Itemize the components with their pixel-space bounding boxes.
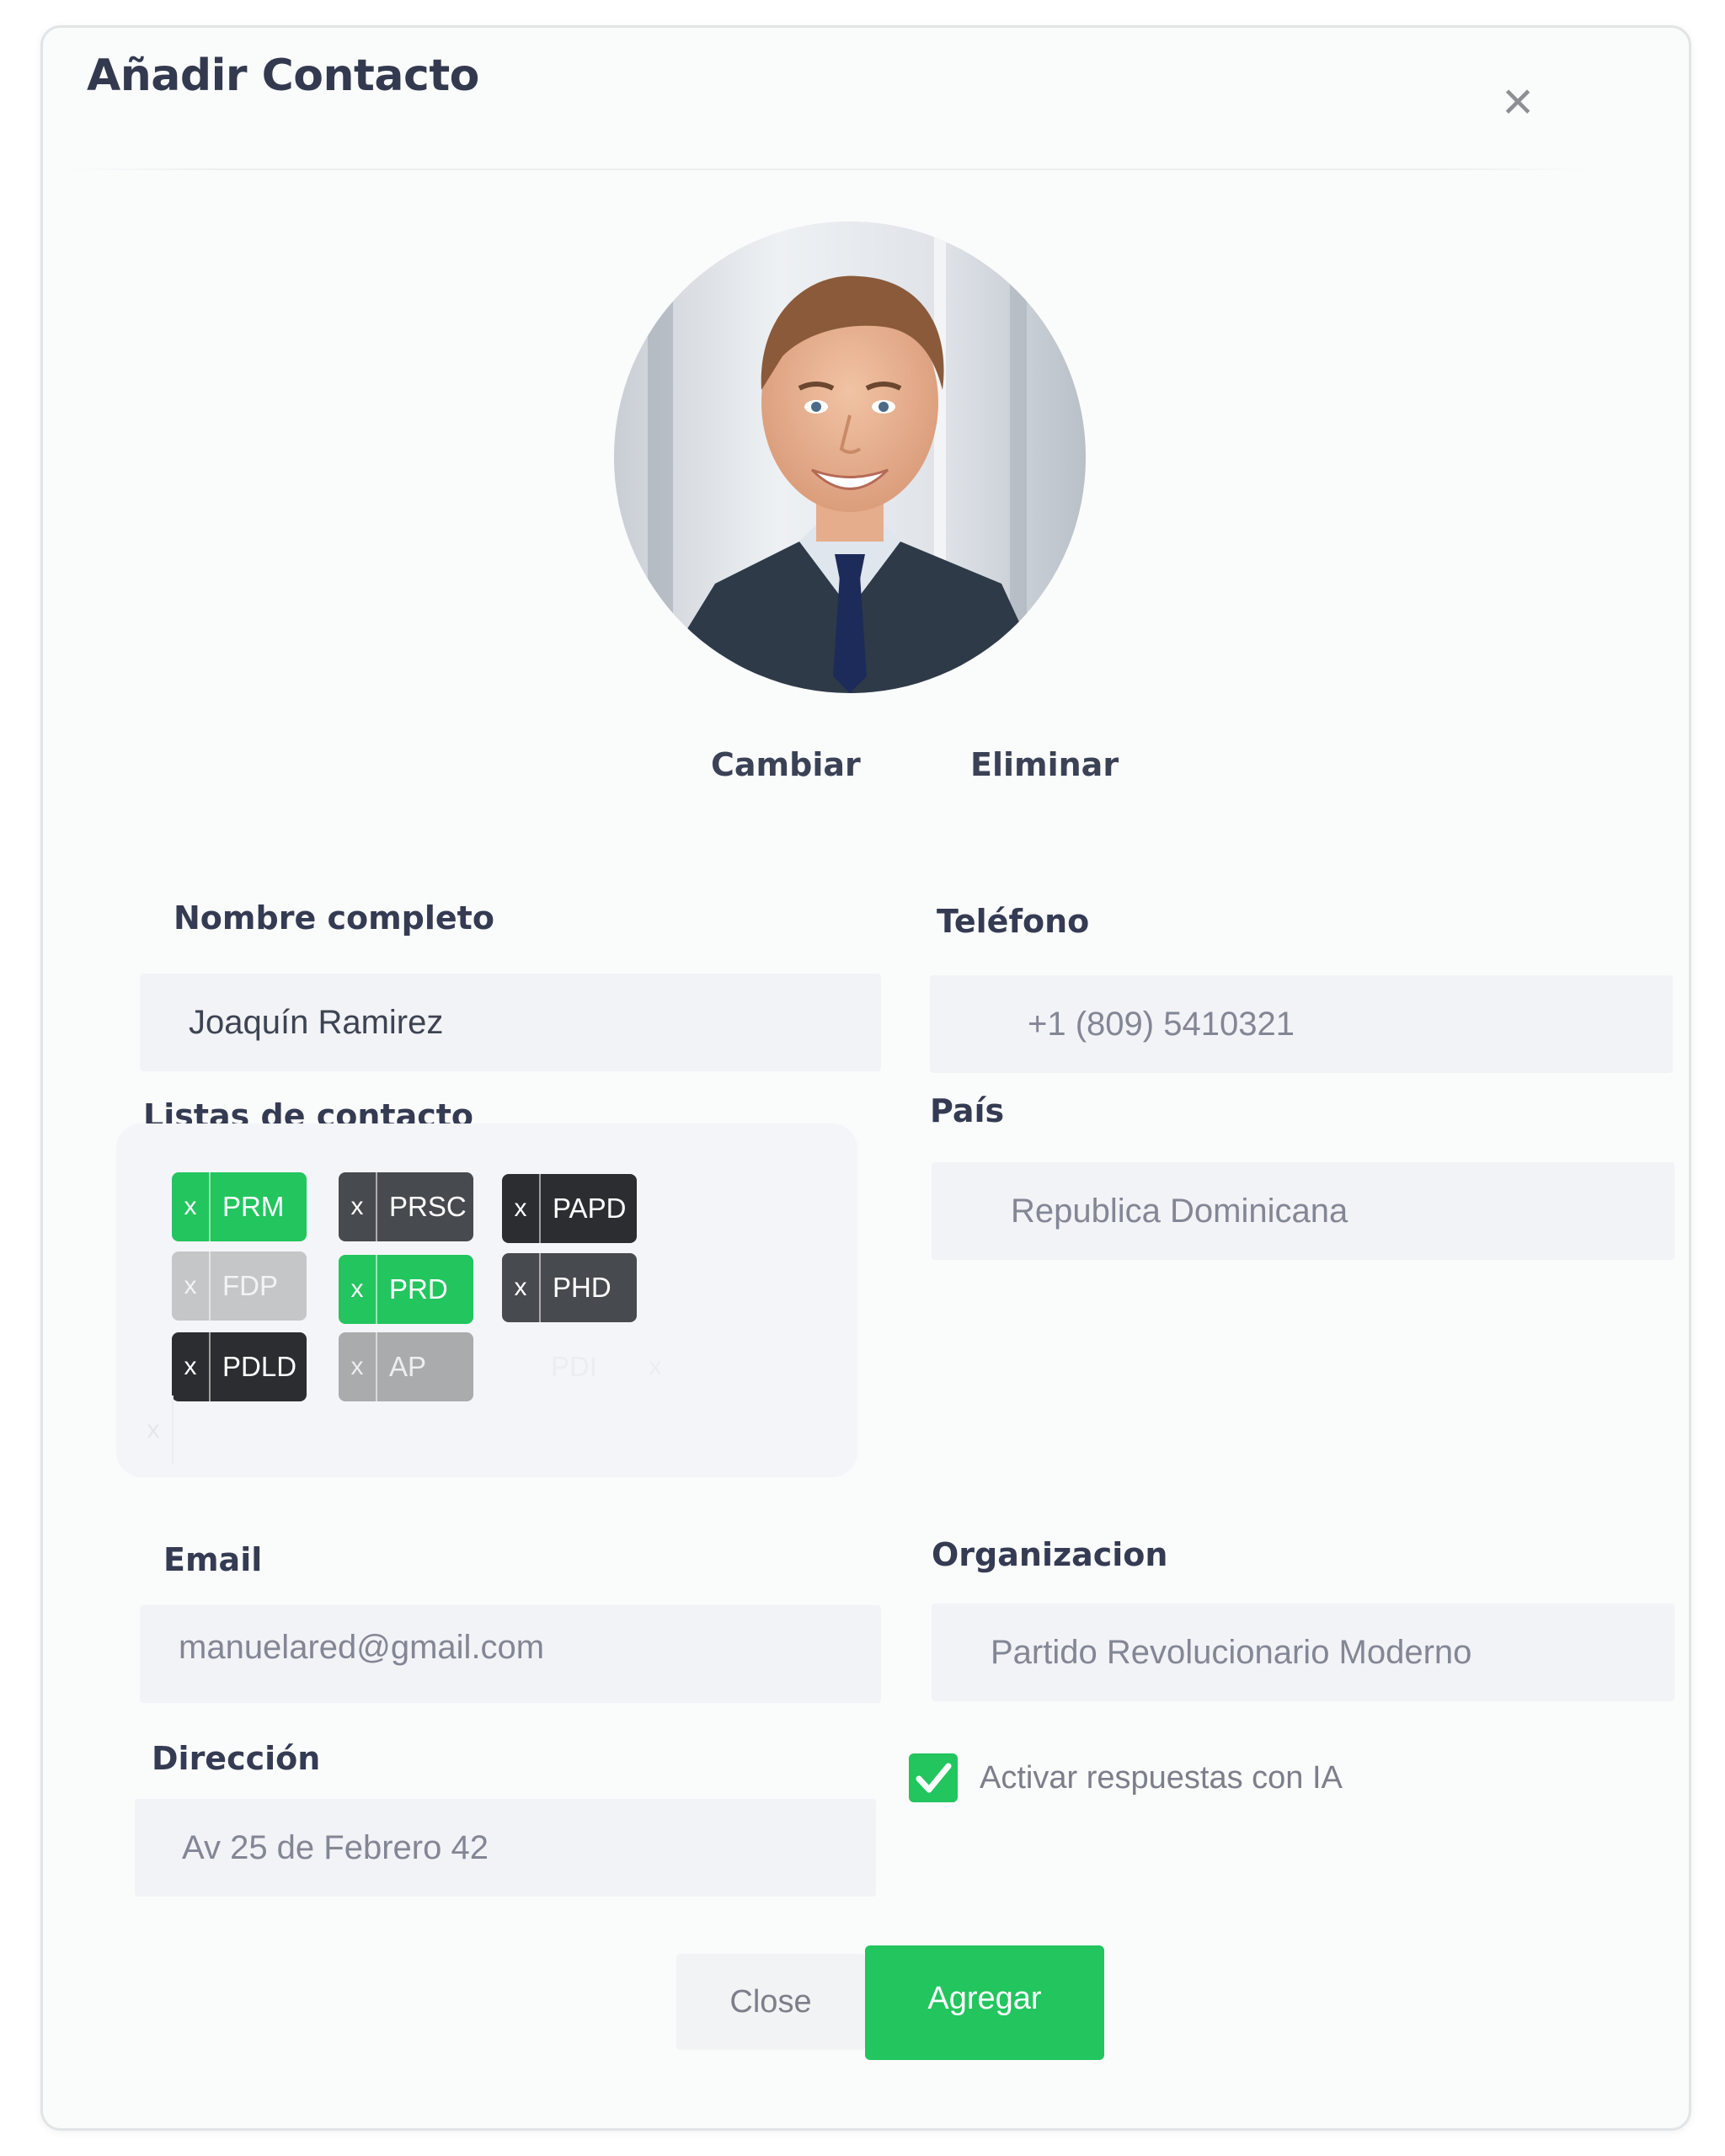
tag-label: PRSC [389,1191,467,1222]
avatar-image [614,221,1086,693]
modal-title: Añadir Contacto [87,51,479,101]
x-icon[interactable]: x [339,1255,377,1324]
check-icon [916,1763,952,1793]
email-label: Email [163,1541,263,1578]
ai-responses-label: Activar respuestas con IA [980,1760,1343,1796]
phone-label: Teléfono [937,903,1090,940]
x-icon[interactable]: x [339,1172,377,1241]
tag-label: PRM [222,1191,285,1222]
x-icon[interactable]: x [502,1174,541,1243]
name-input[interactable]: Joaquín Ramirez [140,974,881,1071]
tag-papd: x PAPD [502,1174,637,1243]
tag-pdi: PDI x [539,1332,674,1401]
tag-label: PAPD [553,1193,627,1224]
address-input[interactable]: Av 25 de Febrero 42 [135,1799,876,1897]
tag-prsc: x PRSC [339,1172,473,1241]
x-icon[interactable]: x [637,1332,674,1401]
tag-pdld: x PDLD [172,1332,307,1401]
phone-input[interactable]: +1 (809) 5410321 [930,975,1673,1073]
x-icon[interactable]: x [502,1253,541,1322]
tag-label: AP [389,1351,427,1382]
delete-photo-link[interactable]: Eliminar [970,746,1119,783]
address-label: Dirección [152,1740,321,1777]
change-photo-link[interactable]: Cambiar [711,746,861,783]
tag-ap: x AP [339,1332,473,1401]
add-button[interactable]: Agregar [865,1945,1104,2060]
country-label: País [930,1092,1005,1129]
organization-label: Organizacion [932,1536,1168,1573]
x-icon[interactable]: x [172,1172,211,1241]
tag-prm: x PRM [172,1172,307,1241]
name-label: Nombre completo [174,899,494,937]
x-icon[interactable]: x [135,1396,174,1465]
organization-input[interactable]: Partido Revolucionario Moderno [932,1604,1674,1701]
x-icon[interactable]: x [172,1251,211,1321]
tag-label: PRD [389,1273,448,1305]
close-icon[interactable]: × [1484,67,1551,135]
tag-prd: x PRD [339,1255,473,1324]
header-divider [67,168,1592,170]
ai-responses-checkbox[interactable] [909,1753,958,1802]
tag-label: PDLD [222,1351,297,1382]
tag-label: FDP [222,1270,278,1301]
country-select[interactable]: Republica Dominicana [932,1162,1674,1260]
email-input[interactable]: manuelared@gmail.com [140,1605,881,1703]
tag-label: PDI [551,1351,598,1382]
x-icon[interactable]: x [339,1332,377,1401]
tag-fdp: x FDP [172,1251,307,1321]
x-icon[interactable]: x [172,1332,211,1401]
close-button[interactable]: Close [676,1954,865,2050]
tag-phd: x PHD [502,1253,637,1322]
tag-label: PHD [553,1272,611,1303]
contact-avatar [614,221,1086,693]
